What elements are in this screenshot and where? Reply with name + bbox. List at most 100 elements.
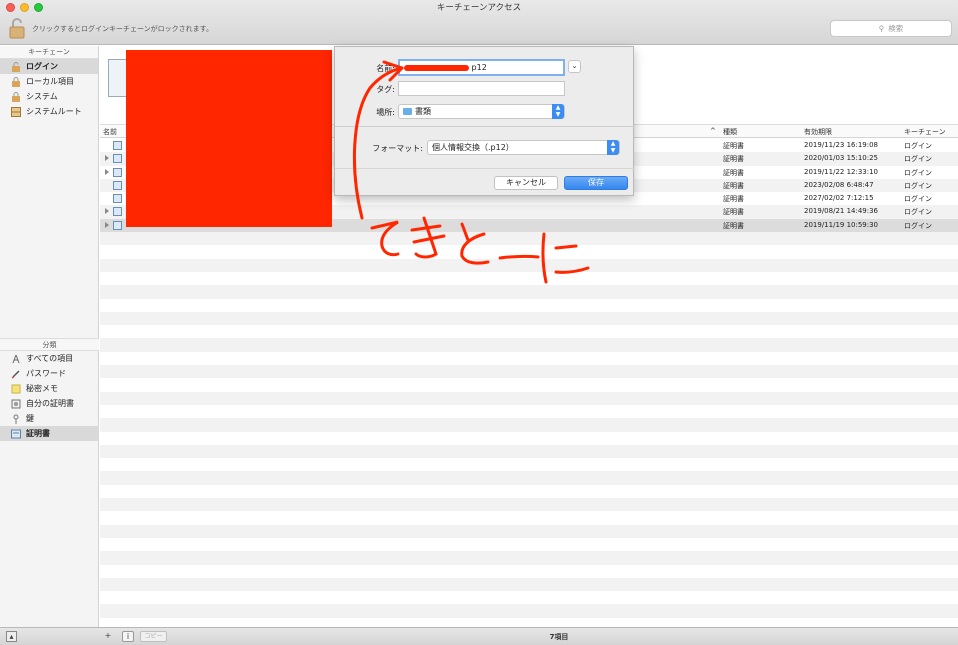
all-items-icon	[12, 354, 20, 364]
save-button[interactable]: 保存	[564, 176, 628, 190]
certificate-icon	[113, 194, 122, 204]
certificate-icon	[113, 167, 122, 177]
sidebar-item-label: 鍵	[26, 414, 34, 423]
lock-open-icon	[12, 62, 20, 72]
empty-row	[100, 551, 958, 565]
sidebar-item-system[interactable]: システム	[0, 89, 98, 104]
categories-section: 分類 すべての項目 パスワード 秘密メモ 自分の証明書 鍵 証明書	[0, 338, 99, 441]
disclosure-triangle-icon[interactable]	[105, 208, 109, 215]
cell-kind: 証明書	[723, 195, 744, 204]
empty-row	[100, 498, 958, 512]
cell-kind: 証明書	[723, 181, 744, 190]
disclosure-triangle-icon[interactable]	[105, 155, 109, 162]
certificate-icon	[113, 141, 122, 150]
empty-row	[100, 245, 958, 258]
lock-open-icon[interactable]	[9, 17, 25, 39]
sidebar: キーチェーン ログイン ローカル項目 システム システムルート 分類 すべての項…	[0, 46, 99, 627]
sidebar-item-passwords[interactable]: パスワード	[0, 366, 99, 381]
certificate-icon	[113, 220, 122, 230]
empty-row	[100, 285, 958, 299]
empty-row	[100, 365, 958, 379]
keychains-header: キーチェーン	[0, 46, 98, 59]
sidebar-item-system-roots[interactable]: システムルート	[0, 104, 98, 119]
cell-kind: 証明書	[723, 221, 744, 230]
sidebar-item-login[interactable]: ログイン	[0, 59, 98, 74]
empty-row	[100, 258, 958, 272]
certificate-thumbnail-icon	[108, 59, 128, 97]
column-expires[interactable]: 有効期限	[804, 127, 832, 137]
empty-row	[100, 418, 958, 432]
folder-icon	[403, 108, 412, 115]
expand-button[interactable]: ⌄	[568, 60, 581, 73]
sidebar-item-local-items[interactable]: ローカル項目	[0, 74, 98, 89]
empty-row	[100, 391, 958, 405]
format-label: フォーマット:	[372, 144, 423, 153]
sidebar-item-label: ローカル項目	[26, 77, 74, 86]
cell-keychain: ログイン	[904, 221, 932, 230]
cell-expires: 2019/11/22 12:33:10	[804, 167, 879, 176]
search-field[interactable]: ⚲ 検索	[830, 20, 952, 37]
empty-row	[100, 471, 958, 485]
empty-row	[100, 591, 958, 604]
key-icon	[13, 414, 19, 424]
name-label: 名前:	[376, 64, 395, 73]
cell-expires: 2019/08/21 14:49:36	[804, 207, 879, 216]
column-kind[interactable]: 種類	[723, 127, 737, 137]
empty-row	[100, 272, 958, 285]
sidebar-item-label: 証明書	[26, 429, 50, 438]
sort-ascending-icon[interactable]: ^	[710, 127, 716, 135]
column-keychain[interactable]: キーチェーン	[904, 127, 946, 137]
status-bar: ▴ + i コピー 7項目	[0, 627, 958, 645]
cancel-button[interactable]: キャンセル	[494, 176, 558, 190]
item-count: 7項目	[549, 633, 569, 641]
filename-value: p12	[471, 63, 487, 72]
sidebar-item-label: 自分の証明書	[26, 399, 74, 408]
location-popup[interactable]: 書類 ▲ ▼	[398, 104, 565, 119]
sidebar-item-all-items[interactable]: すべての項目	[0, 351, 99, 366]
lock-icon	[12, 77, 20, 87]
sidebar-item-keys[interactable]: 鍵	[0, 411, 99, 426]
sidebar-item-secure-notes[interactable]: 秘密メモ	[0, 381, 99, 396]
redaction-mark	[404, 64, 469, 71]
cell-expires: 2019/11/23 16:19:08	[804, 141, 879, 149]
separator	[335, 126, 635, 127]
empty-row	[100, 444, 958, 459]
updown-arrows-icon: ▲ ▼	[552, 104, 564, 119]
sidebar-item-my-certificates[interactable]: 自分の証明書	[0, 396, 99, 411]
empty-row	[100, 432, 958, 445]
save-dialog: 名前: p12 ⌄ タグ: 場所: 書類 ▲ ▼ フォーマット: 個人情報交換（.…	[334, 46, 635, 196]
disclosure-triangle-icon[interactable]	[105, 168, 109, 175]
certificate-icon	[11, 429, 21, 439]
lock-message: クリックするとログインキーチェーンがロックされます。	[32, 25, 213, 33]
empty-row	[100, 538, 958, 551]
empty-row	[100, 511, 958, 524]
cell-kind: 証明書	[723, 142, 744, 150]
empty-row	[100, 604, 958, 618]
empty-row	[100, 352, 958, 365]
column-name[interactable]: 名前	[103, 127, 117, 137]
toolbar: キーチェーンアクセス クリックするとログインキーチェーンがロックされます。 ⚲ …	[0, 0, 958, 45]
empty-row	[100, 338, 958, 352]
empty-row	[100, 311, 958, 326]
filename-input[interactable]: p12	[398, 59, 565, 76]
cell-keychain: ログイン	[904, 142, 932, 150]
tags-input[interactable]	[398, 81, 565, 96]
disclosure-triangle-icon[interactable]	[105, 221, 109, 228]
tags-label: タグ:	[376, 85, 395, 94]
cell-expires: 2023/02/08 6:48:47	[804, 180, 874, 189]
cell-kind: 証明書	[723, 168, 744, 177]
cell-keychain: ログイン	[904, 195, 932, 204]
certificate-icon	[113, 154, 122, 164]
sidebar-item-certificates[interactable]: 証明書	[0, 426, 99, 441]
format-value: 個人情報交換（.p12）	[432, 143, 514, 152]
certificate-icon	[113, 180, 122, 190]
format-popup[interactable]: 個人情報交換（.p12） ▲ ▼	[427, 140, 620, 155]
lock-icon	[12, 92, 20, 102]
certificate-icon	[113, 207, 122, 217]
note-icon	[11, 384, 21, 394]
sidebar-item-label: 秘密メモ	[26, 384, 58, 393]
cell-kind: 証明書	[723, 155, 744, 164]
separator	[335, 168, 635, 169]
cell-keychain: ログイン	[904, 181, 932, 190]
cell-expires: 2027/02/02 7:12:15	[804, 194, 874, 203]
